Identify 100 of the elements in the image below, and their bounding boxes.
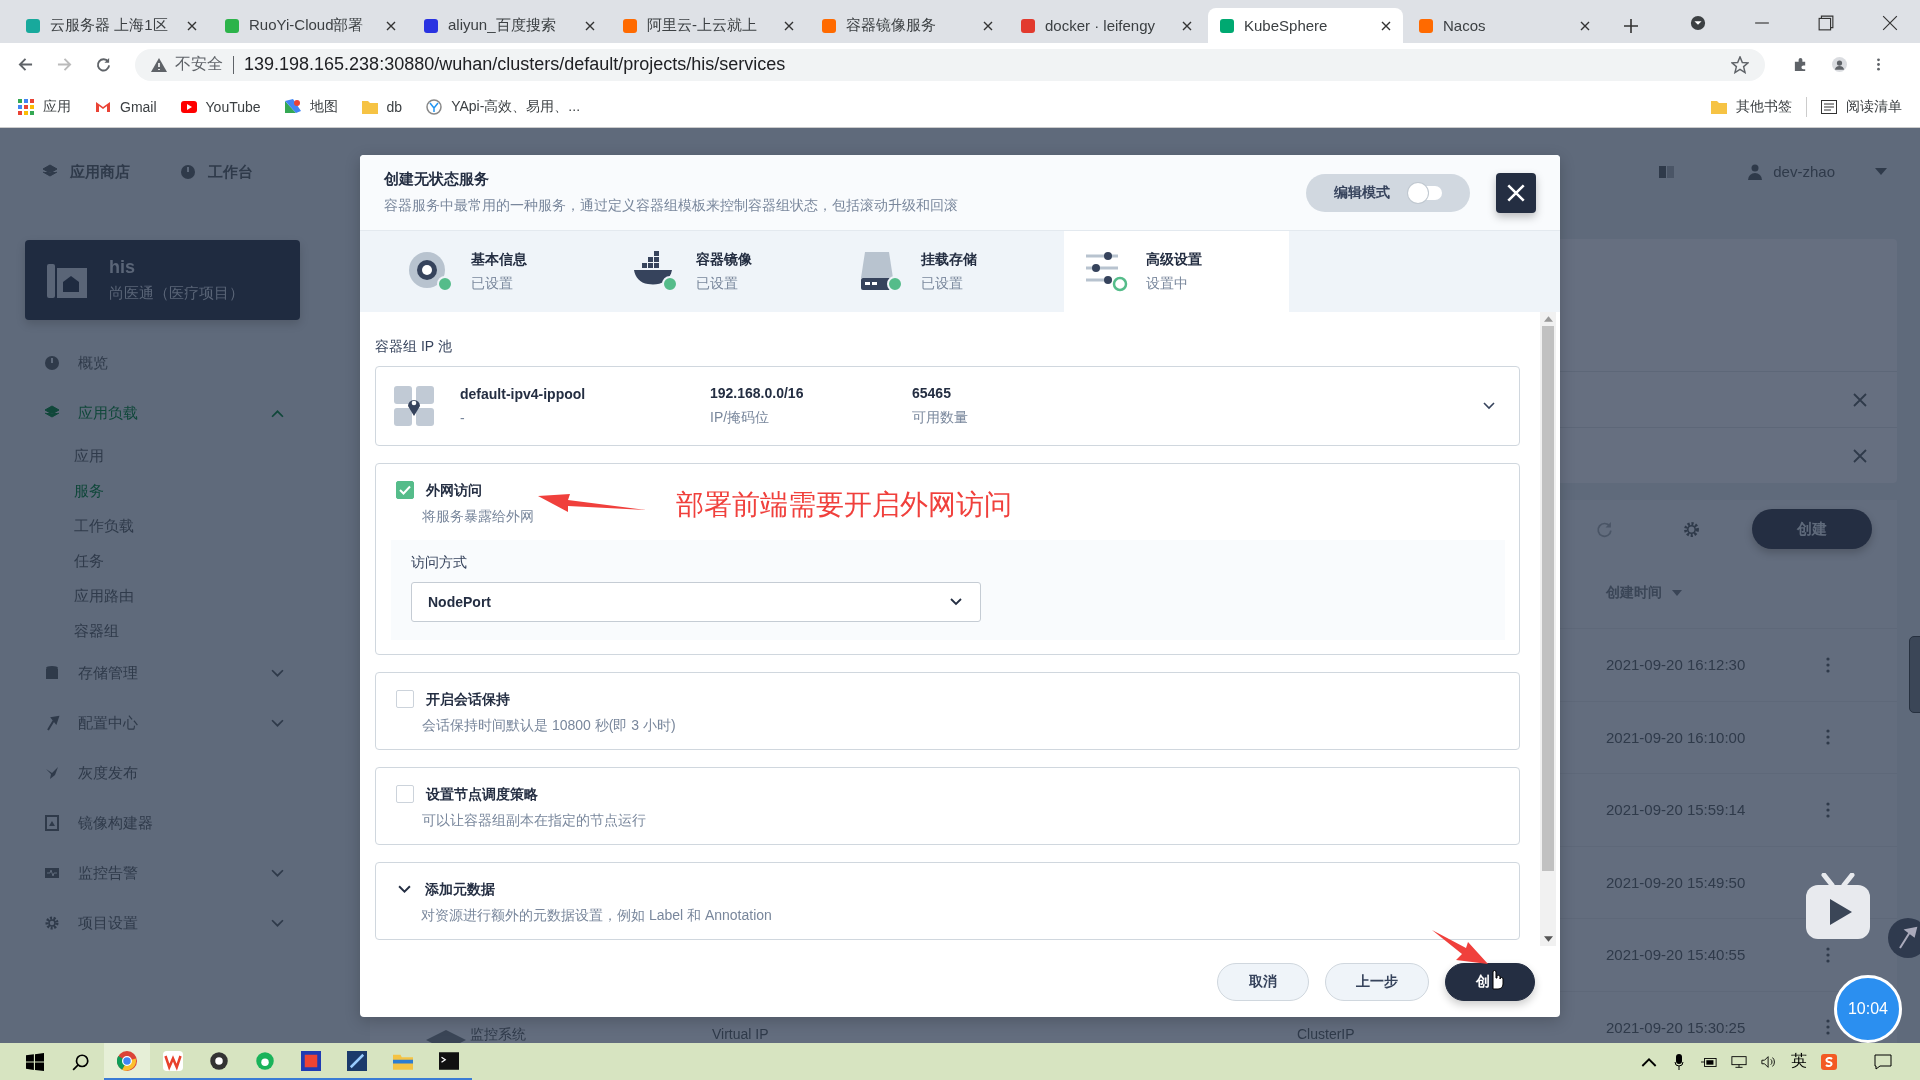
browser-tab[interactable]: docker · leifengy xyxy=(1009,8,1204,43)
reload-icon[interactable] xyxy=(96,56,111,73)
gear-icon xyxy=(44,915,60,931)
windows-icon[interactable] xyxy=(26,1052,44,1071)
option-title: 添加元数据 xyxy=(425,881,496,899)
option-title: 外网访问 xyxy=(426,482,483,500)
dialog-subtitle: 容器服务中最常用的一种服务，通过定义容器组模板来控制容器组状态，包括滚动升级和回滚 xyxy=(384,197,959,215)
dialog-button[interactable]: 取消 xyxy=(1217,962,1309,1001)
plus-icon[interactable] xyxy=(1624,19,1638,33)
option-description: 将服务暴露给外网 xyxy=(422,508,534,526)
security-label: 不安全 xyxy=(175,54,223,74)
step-tab[interactable]: 基本信息 已设置 xyxy=(389,231,614,312)
bookmark[interactable]: db xyxy=(361,98,403,115)
browser-tab[interactable]: Nacos xyxy=(1407,8,1602,43)
profile-icon[interactable] xyxy=(1832,56,1847,73)
browser-tab[interactable]: 云服务器 上海1区 xyxy=(14,8,209,43)
project-icon xyxy=(47,262,87,298)
puzzle-icon[interactable] xyxy=(1793,56,1808,73)
address-field[interactable]: 不安全 139.198.165.238:30880/wuhan/clusters/default/projects/his/services xyxy=(135,48,1765,81)
option-description: 对资源进行额外的元数据设置，例如 Label 和 Annotation xyxy=(421,907,772,925)
step-tab[interactable]: 高级设置 设置中 xyxy=(1064,231,1289,312)
annotation-text: 部署前端需要开启外网访问 xyxy=(676,488,1012,522)
other-bookmarks[interactable]: 其他书签 xyxy=(1711,97,1792,116)
tv-play-icon[interactable] xyxy=(1806,873,1870,941)
browser-tab[interactable]: aliyun_百度搜索 xyxy=(412,8,607,43)
scrollbar[interactable] xyxy=(1540,312,1556,946)
arrow-drawing xyxy=(1432,930,1488,964)
project-description: 尚医通（医疗项目） xyxy=(109,284,244,303)
image-frame-icon xyxy=(44,815,60,831)
folder-icon xyxy=(1711,98,1727,115)
level-meter-icon xyxy=(1909,636,1920,713)
back-icon[interactable] xyxy=(18,56,33,73)
speaker-icon[interactable] xyxy=(1761,1053,1777,1070)
step-tab[interactable]: 挂载存储 已设置 xyxy=(839,231,1064,312)
option-description: 会话保持时间默认是 10800 秒(即 3 小时) xyxy=(422,717,676,735)
close-icon[interactable] xyxy=(784,20,794,31)
browser-icon xyxy=(117,1050,137,1071)
reading-list[interactable]: 阅读清单 xyxy=(1821,97,1902,116)
pulse-icon xyxy=(44,865,60,881)
browser-tab[interactable]: RuoYi-Cloud部署 xyxy=(213,8,408,43)
step-tab[interactable]: 容器镜像 已设置 xyxy=(614,231,839,312)
close-icon[interactable] xyxy=(1580,20,1590,31)
tab-search-icon[interactable] xyxy=(1690,15,1706,31)
list-icon xyxy=(1821,98,1837,115)
bookmark[interactable]: YApi-高效、易用、... xyxy=(426,97,581,116)
bookmark[interactable]: 应用 xyxy=(18,97,71,116)
close-icon[interactable] xyxy=(1182,20,1192,31)
sogou-icon[interactable] xyxy=(1821,1053,1837,1070)
editor-icon xyxy=(347,1050,367,1071)
edit-mode-toggle[interactable]: 编辑模式 xyxy=(1306,173,1470,212)
bookmark[interactable]: Gmail xyxy=(95,98,157,115)
star-icon[interactable] xyxy=(1731,55,1749,74)
search-icon[interactable] xyxy=(72,1052,90,1071)
notification-icon[interactable] xyxy=(1874,1053,1892,1070)
close-icon[interactable] xyxy=(983,20,993,31)
dialog-title: 创建无状态服务 xyxy=(384,170,490,189)
bookmark[interactable]: 地图 xyxy=(284,97,338,116)
chevron-icon xyxy=(950,598,962,606)
warning-icon xyxy=(151,57,167,72)
dialog-button[interactable]: 上一步 xyxy=(1325,962,1429,1001)
scroll-down-icon[interactable] xyxy=(1543,936,1553,942)
access-mode-select[interactable]: NodePort xyxy=(411,582,981,622)
close-icon[interactable] xyxy=(1882,15,1898,31)
close-icon[interactable] xyxy=(1381,20,1391,31)
network-icon[interactable] xyxy=(1731,1053,1747,1070)
microphone-icon[interactable] xyxy=(1671,1053,1687,1070)
folder-icon xyxy=(361,98,378,115)
user-icon xyxy=(1747,163,1764,180)
option-title: 设置节点调度策略 xyxy=(426,786,539,804)
bookmark[interactable]: YouTube xyxy=(180,98,261,115)
create-button[interactable]: 创 xyxy=(1445,962,1535,1001)
dashboard-icon xyxy=(180,164,196,180)
y-logo-icon xyxy=(426,98,443,115)
database-icon xyxy=(44,665,60,681)
close-icon[interactable] xyxy=(585,20,595,31)
checkbox[interactable] xyxy=(396,690,414,708)
project-name: his xyxy=(109,257,136,278)
location-pin-icon xyxy=(394,386,434,426)
dashboard-icon xyxy=(44,355,60,371)
browser-tab[interactable]: 容器镜像服务 xyxy=(810,8,1005,43)
checkbox[interactable] xyxy=(396,481,414,499)
terminal-icon xyxy=(439,1050,459,1071)
checkbox[interactable] xyxy=(396,785,414,803)
apps-grid-icon xyxy=(18,98,34,115)
chevron-icon xyxy=(1483,402,1495,410)
field-label: 访问方式 xyxy=(411,554,468,572)
close-button[interactable] xyxy=(1496,172,1536,213)
map-icon xyxy=(284,98,301,115)
option-description: 可以让容器组副本在指定的节点运行 xyxy=(422,812,646,830)
close-icon[interactable] xyxy=(386,20,396,31)
url-text: 139.198.165.238:30880/wuhan/clusters/default/projects/his/services xyxy=(244,54,786,75)
browser-tab[interactable]: 阿里云-上云就上 xyxy=(611,8,806,43)
play-icon xyxy=(180,98,197,115)
browser-tab[interactable]: KubeSphere xyxy=(1208,8,1403,43)
option-title: 开启会话保持 xyxy=(426,691,511,709)
restore-icon[interactable] xyxy=(1818,15,1834,31)
chevron-icon[interactable] xyxy=(398,885,411,894)
input-method-indicator[interactable]: 英 xyxy=(1791,1051,1807,1072)
ip-pool-select[interactable]: default-ipv4-ippool - 192.168.0.0/16 IP/掩码位 65465 可用数量 xyxy=(375,366,1520,446)
close-icon[interactable] xyxy=(187,20,197,31)
